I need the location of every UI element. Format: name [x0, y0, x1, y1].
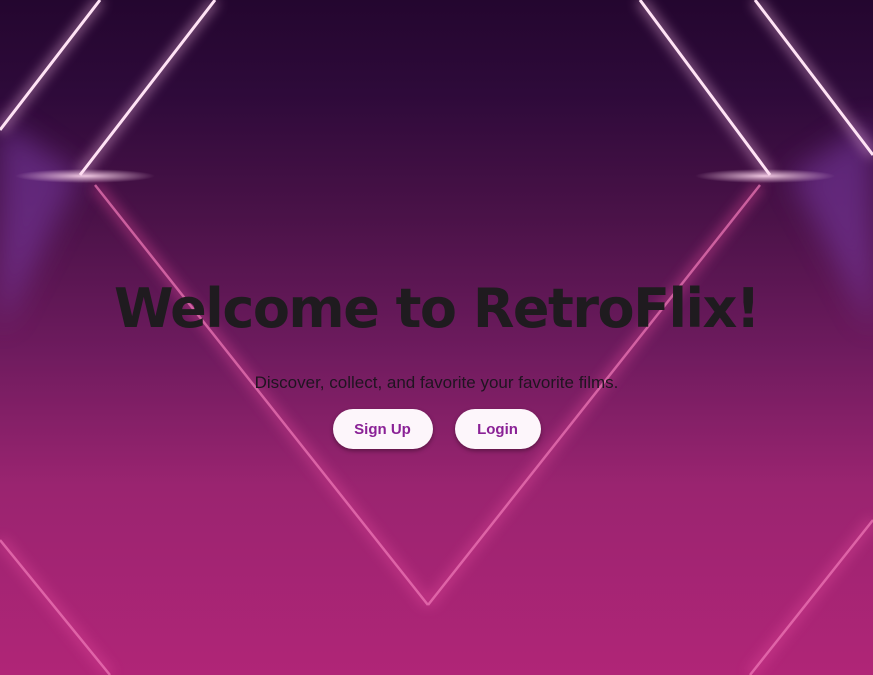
- auth-actions: Sign Up Login: [0, 409, 873, 449]
- page-subtitle: Discover, collect, and favorite your fav…: [254, 373, 619, 392]
- login-button[interactable]: Login: [454, 409, 541, 449]
- hero-section: Welcome to RetroFlix! Discover, collect,…: [0, 0, 873, 675]
- sign-up-button[interactable]: Sign Up: [332, 409, 433, 449]
- page-title: Welcome to RetroFlix!: [114, 277, 760, 340]
